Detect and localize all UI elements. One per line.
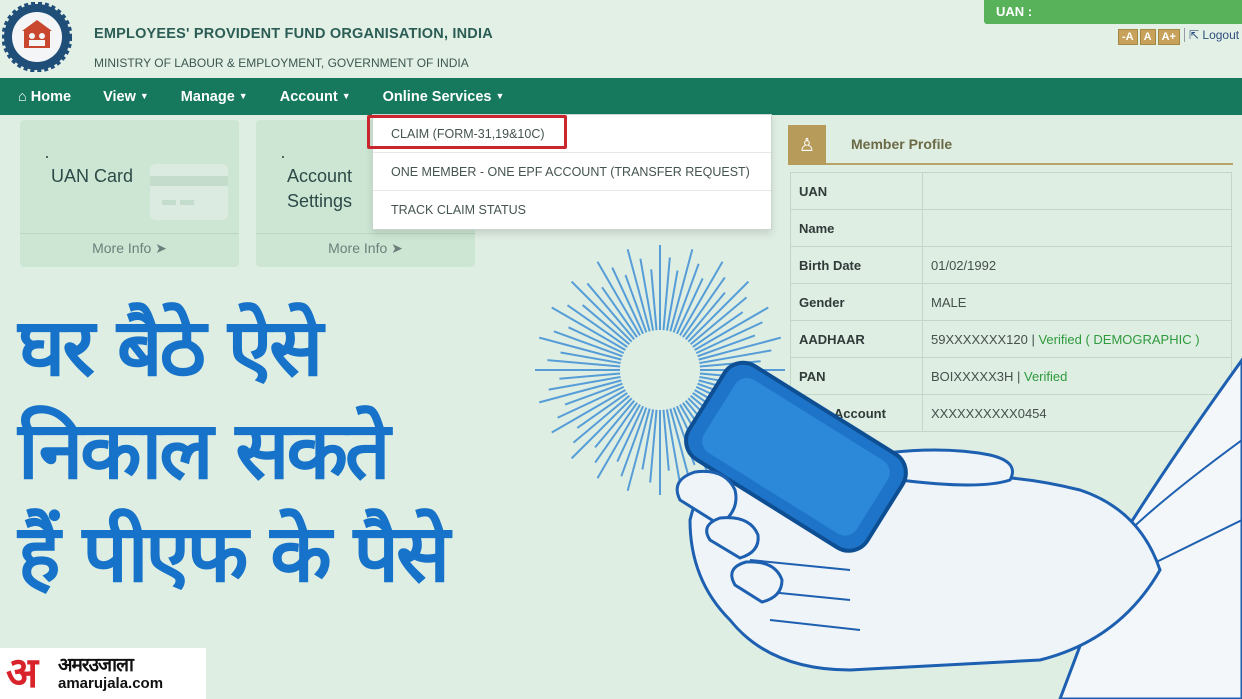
font-normal-button[interactable]: A — [1139, 29, 1156, 45]
nav-home[interactable]: ⌂ Home — [0, 89, 87, 105]
caret-down-icon: ▼ — [495, 90, 505, 101]
nav-account-label: Account — [279, 88, 338, 105]
uan-indicator: UAN : — [984, 0, 1242, 24]
card-title-line: UAN Card — [51, 166, 134, 186]
member-profile-header: ♙ Member Profile — [788, 125, 1233, 165]
site-header: EMPLOYEES' PROVIDENT FUND ORGANISATION, … — [0, 0, 1242, 78]
caret-down-icon: ▼ — [341, 90, 351, 101]
card-title-line: Settings — [287, 191, 353, 211]
nav-manage[interactable]: Manage ▼ — [165, 89, 264, 105]
home-icon: ⌂ — [18, 88, 27, 105]
amarujala-name: अमरउजाला — [58, 654, 134, 676]
nav-manage-label: Manage — [180, 88, 235, 105]
nav-view[interactable]: View ▼ — [87, 89, 165, 105]
hindi-headline: घर बैठे ऐसे निकाल सकते हैं पीएफ के पैसे — [18, 300, 538, 609]
card-dot — [46, 156, 48, 158]
headline-line: घर बैठे ऐसे — [18, 301, 323, 394]
nav-view-label: View — [103, 88, 136, 105]
more-info-link[interactable]: More Info ➤ — [20, 233, 239, 261]
nav-online-services[interactable]: Online Services ▼ — [367, 89, 521, 105]
caret-down-icon: ▼ — [238, 90, 248, 101]
nav-online-services-label: Online Services — [382, 88, 492, 105]
headline-line: निकाल सकते — [18, 404, 391, 497]
card-icon — [150, 164, 228, 220]
card-title: UAN Card — [51, 164, 133, 189]
card-title-line: Account — [287, 166, 353, 186]
main-navbar: ⌂ Home View ▼ Manage ▼ Account ▼ Online Ser… — [0, 78, 1242, 115]
headline-line: हैं पीएफ के पैसे — [18, 507, 450, 600]
amarujala-brand: अ अमरउजाला amarujala.com — [0, 648, 206, 699]
more-info-link[interactable]: More Info ➤ — [256, 233, 475, 261]
arrow-circle-right-icon: ➤ — [155, 240, 167, 256]
org-title: EMPLOYEES' PROVIDENT FUND ORGANISATION, … — [94, 26, 493, 42]
card-dot — [282, 156, 284, 158]
more-info-label: More Info — [92, 240, 152, 256]
logout-link[interactable]: ⇱ Logout — [1184, 28, 1239, 42]
logout-label: Logout — [1202, 28, 1240, 42]
more-info-label: More Info — [328, 240, 388, 256]
logout-icon: ⇱ — [1189, 28, 1200, 42]
nav-account[interactable]: Account ▼ — [264, 89, 367, 105]
menu-item-transfer-request[interactable]: ONE MEMBER - ONE EPF ACCOUNT (TRANSFER R… — [373, 153, 771, 191]
org-subtitle: MINISTRY OF LABOUR & EMPLOYMENT, GOVERNM… — [94, 56, 469, 70]
add-user-icon: ♙ — [788, 125, 826, 165]
uan-card-tile[interactable]: UAN Card More Info ➤ — [20, 120, 239, 267]
epfo-logo-icon — [2, 2, 72, 72]
amarujala-url: amarujala.com — [58, 675, 164, 692]
table-row: UAN — [790, 172, 1232, 210]
nav-home-label: Home — [30, 88, 72, 105]
arrow-circle-right-icon: ➤ — [391, 240, 403, 256]
caret-down-icon: ▼ — [139, 90, 149, 101]
amarujala-logo-letter: अ — [6, 648, 39, 697]
font-decrease-button[interactable]: -A — [1118, 29, 1138, 45]
row-label: UAN — [790, 172, 923, 210]
member-profile-title: Member Profile — [851, 136, 953, 152]
menu-item-track-claim-status[interactable]: TRACK CLAIM STATUS — [373, 191, 771, 229]
hand-holding-phone-illustration — [535, 245, 1242, 699]
claim-highlight-box — [367, 115, 567, 149]
row-value — [922, 172, 1232, 210]
font-increase-button[interactable]: A+ — [1157, 29, 1180, 45]
font-size-controls: -A A A+ — [1118, 29, 1180, 45]
card-title: Account Settings — [287, 164, 352, 214]
